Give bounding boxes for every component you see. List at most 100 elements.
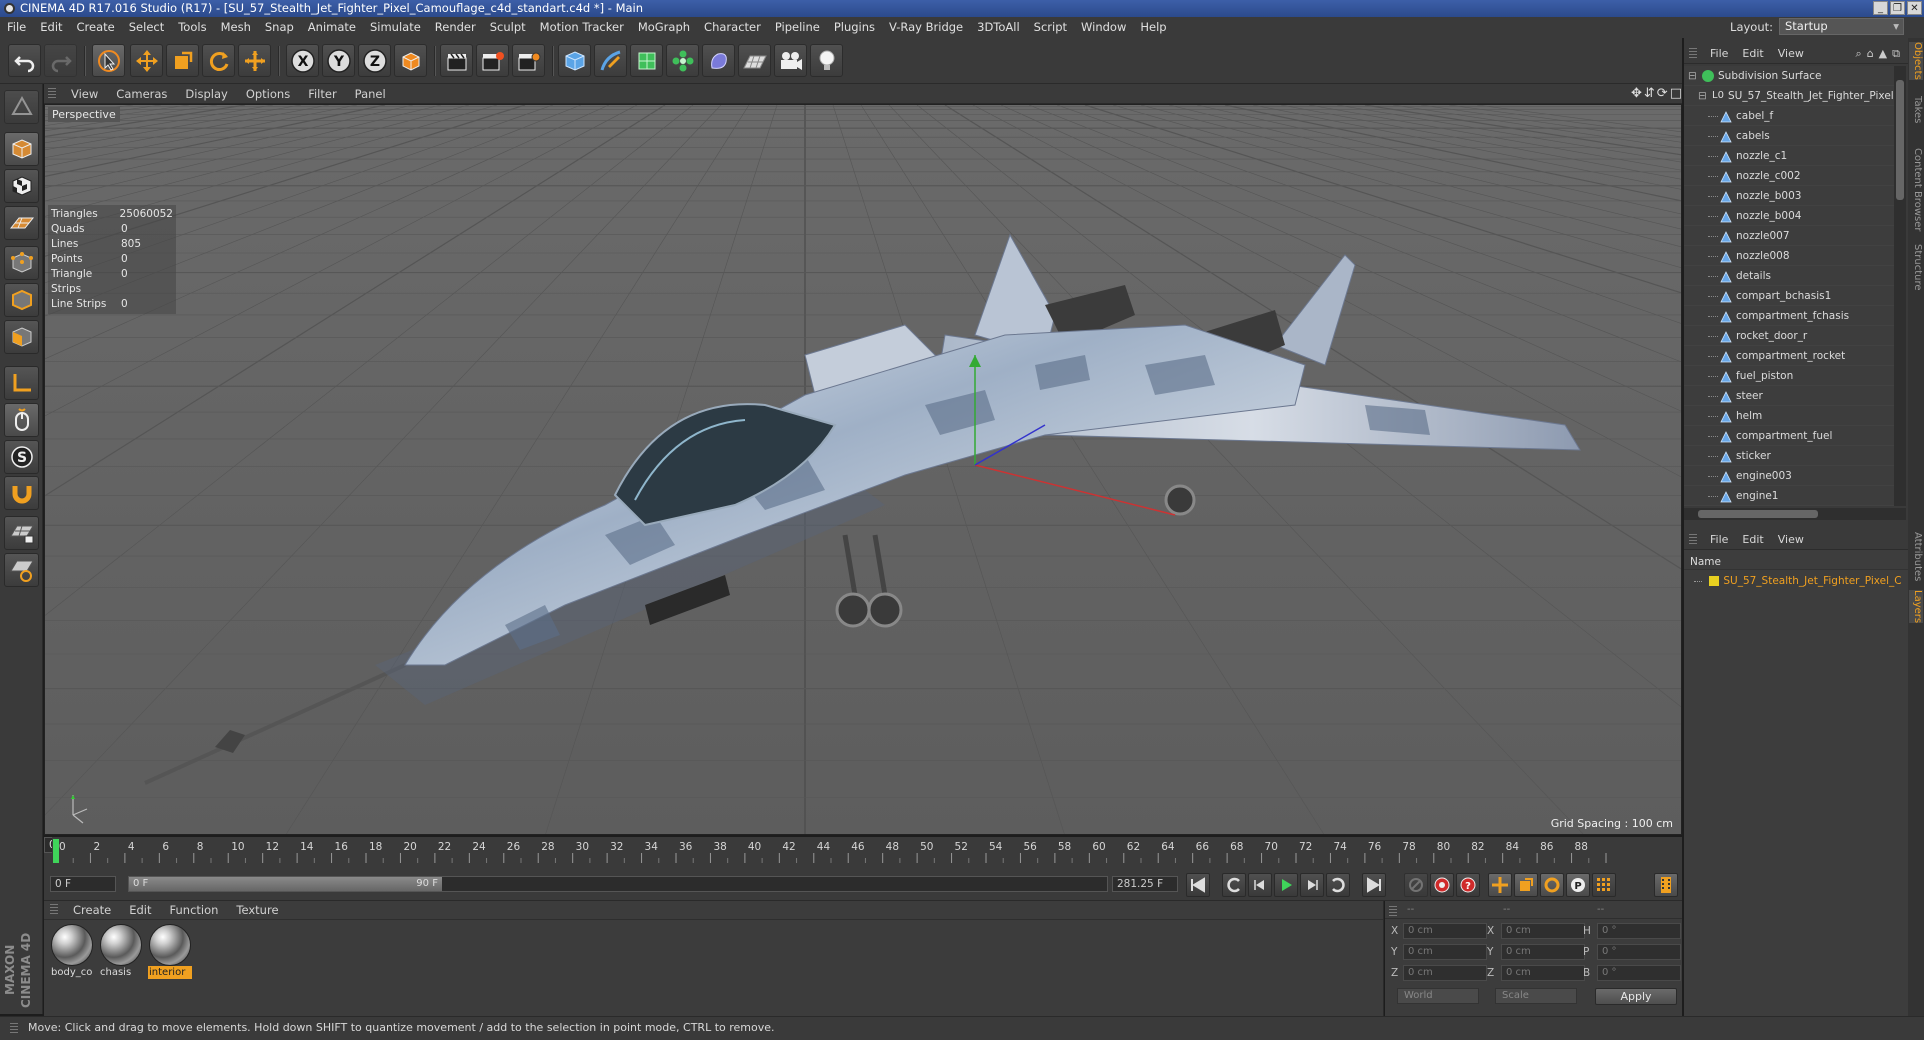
magnet-button[interactable]: [4, 476, 39, 510]
menu-help[interactable]: Help: [1133, 17, 1173, 38]
planar-workplane-button[interactable]: [4, 553, 39, 587]
menu-render[interactable]: Render: [428, 17, 483, 38]
menu-tools[interactable]: Tools: [171, 17, 213, 38]
object-row[interactable]: nozzle_c1: [1684, 146, 1894, 166]
menu-3dtoall[interactable]: 3DToAll: [970, 17, 1027, 38]
scale-mode-dropdown[interactable]: Scale: [1495, 988, 1577, 1004]
material-swatch[interactable]: body_co: [50, 924, 94, 982]
size-field[interactable]: 0 cm: [1501, 965, 1585, 981]
layout-dropdown[interactable]: Startup: [1779, 18, 1904, 35]
solo-button[interactable]: S: [4, 440, 39, 474]
workplane-mode-button[interactable]: [4, 206, 39, 240]
menu-motion-tracker[interactable]: Motion Tracker: [533, 17, 631, 38]
live-selection-button[interactable]: [92, 44, 125, 77]
side-tab-takes[interactable]: Takes: [1909, 96, 1923, 123]
render-picture-viewer-button[interactable]: [476, 44, 509, 77]
side-tab-layers[interactable]: Layers: [1909, 590, 1923, 624]
menu-v-ray-bridge[interactable]: V-Ray Bridge: [882, 17, 970, 38]
cube-button[interactable]: [558, 44, 591, 77]
previous-frame-button[interactable]: [1248, 873, 1272, 897]
goto-next-key-button[interactable]: [1326, 873, 1350, 897]
record-active-objects-button[interactable]: [1430, 873, 1454, 897]
menu-create[interactable]: Create: [70, 17, 122, 38]
frame-range-handle[interactable]: 0 F 90 F: [129, 877, 442, 891]
layer-row[interactable]: SU_57_Stealth_Jet_Fighter_Pixel_C: [1684, 572, 1908, 590]
object-row[interactable]: helm: [1684, 406, 1894, 426]
object-group-row[interactable]: ⊟ L0 SU_57_Stealth_Jet_Fighter_Pixel: [1684, 86, 1894, 106]
make-editable-button[interactable]: [4, 90, 39, 124]
menu-sculpt[interactable]: Sculpt: [483, 17, 533, 38]
viewport-menu-options[interactable]: Options: [237, 87, 299, 101]
menu-select[interactable]: Select: [122, 17, 171, 38]
orbit-icon[interactable]: ⟳: [1657, 86, 1668, 101]
object-row[interactable]: nozzle008: [1684, 246, 1894, 266]
goto-previous-key-button[interactable]: [1222, 873, 1246, 897]
apply-button[interactable]: Apply: [1595, 988, 1677, 1005]
menu-mograph[interactable]: MoGraph: [631, 17, 697, 38]
object-menu-view[interactable]: View: [1771, 47, 1811, 60]
x-axis-button[interactable]: X: [286, 44, 319, 77]
record-keyframe-disabled-button[interactable]: [1404, 873, 1428, 897]
autokeying-button[interactable]: ?: [1456, 873, 1480, 897]
layer-menu-view[interactable]: View: [1771, 533, 1811, 546]
side-tab-objects[interactable]: Objects: [1909, 42, 1923, 80]
search-icon[interactable]: ⌕: [1856, 47, 1862, 61]
goto-start-button[interactable]: [1186, 873, 1210, 897]
panel-grip[interactable]: [50, 904, 58, 916]
menu-simulate[interactable]: Simulate: [363, 17, 428, 38]
floor-button[interactable]: [738, 44, 771, 77]
render-view-button[interactable]: [440, 44, 473, 77]
coordinate-system-button[interactable]: [394, 44, 427, 77]
position-field[interactable]: 0 cm: [1403, 965, 1487, 981]
menu-edit[interactable]: Edit: [33, 17, 69, 38]
side-tab-attributes[interactable]: Attributes: [1909, 532, 1923, 581]
y-axis-button[interactable]: Y: [322, 44, 355, 77]
panel-grip[interactable]: [1689, 533, 1697, 546]
menu-script[interactable]: Script: [1027, 17, 1074, 38]
material-swatch[interactable]: chasis: [99, 924, 143, 982]
object-row[interactable]: sticker: [1684, 446, 1894, 466]
perspective-viewport[interactable]: Perspective Triangles 25060052 Quads 0 Lines…: [44, 104, 1682, 835]
layer-name-column-header[interactable]: Name: [1684, 554, 1908, 570]
panel-grip[interactable]: [1389, 906, 1397, 916]
minimize-icon[interactable]: _: [1873, 1, 1888, 15]
new-window-icon[interactable]: ⧉: [1892, 47, 1900, 61]
position-field[interactable]: 0 cm: [1403, 923, 1487, 939]
texture-mode-button[interactable]: [4, 169, 39, 203]
rotation-field[interactable]: 0 °: [1597, 944, 1681, 960]
subdivision-button[interactable]: [630, 44, 663, 77]
start-frame-field[interactable]: 0 F: [50, 876, 116, 892]
object-row[interactable]: rocket_door_r: [1684, 326, 1894, 346]
edges-mode-button[interactable]: [4, 283, 39, 317]
object-row[interactable]: compartment_fuel: [1684, 426, 1894, 446]
menu-mesh[interactable]: Mesh: [214, 17, 258, 38]
key-position-button[interactable]: [1488, 873, 1512, 897]
object-tree-horizontal-scrollbar[interactable]: [1684, 508, 1906, 520]
undo-button[interactable]: [8, 44, 41, 77]
object-row[interactable]: steer: [1684, 386, 1894, 406]
camera-label[interactable]: Perspective: [48, 107, 120, 122]
move-button[interactable]: [130, 44, 163, 77]
object-row[interactable]: nozzle_c002: [1684, 166, 1894, 186]
next-frame-button[interactable]: [1300, 873, 1324, 897]
object-root-row[interactable]: ⊟ Subdivision Surface: [1684, 66, 1894, 86]
close-icon[interactable]: ✕: [1907, 1, 1922, 15]
viewport-menu-display[interactable]: Display: [176, 87, 236, 101]
maximize-view-icon[interactable]: □: [1670, 86, 1682, 101]
menu-plugins[interactable]: Plugins: [827, 17, 882, 38]
menu-window[interactable]: Window: [1074, 17, 1133, 38]
timeline-ruler[interactable]: 0 2 4 6 8 10 12 14 16 18 20 22 24 26 28 30 32 34 36 38 40 42 4…: [44, 837, 1682, 867]
menu-snap[interactable]: Snap: [258, 17, 301, 38]
object-menu-edit[interactable]: Edit: [1735, 47, 1770, 60]
light-button[interactable]: [810, 44, 843, 77]
object-row[interactable]: compartment_rocket: [1684, 346, 1894, 366]
home-icon[interactable]: ⌂: [1867, 47, 1874, 61]
key-point-level-button[interactable]: [1592, 873, 1616, 897]
array-button[interactable]: [666, 44, 699, 77]
object-row[interactable]: nozzle_b004: [1684, 206, 1894, 226]
timeline-window-button[interactable]: [1654, 873, 1678, 897]
scale-button[interactable]: [166, 44, 199, 77]
material-menu-create[interactable]: Create: [64, 903, 120, 917]
object-row[interactable]: nozzle007: [1684, 226, 1894, 246]
edit-render-settings-button[interactable]: [512, 44, 545, 77]
